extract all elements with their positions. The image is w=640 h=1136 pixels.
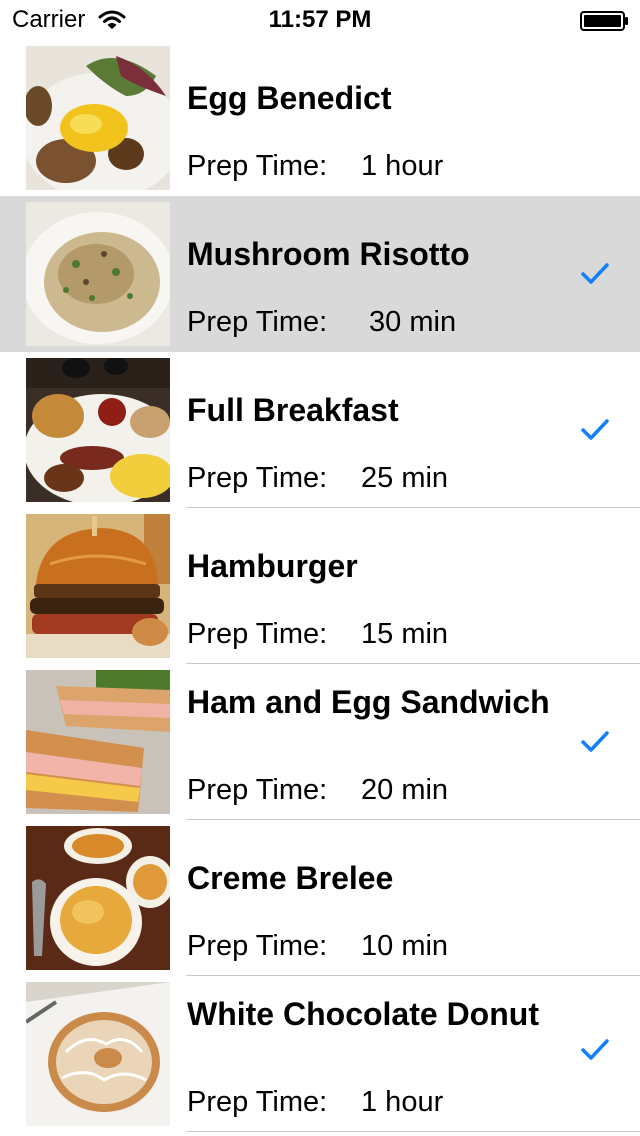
status-time: 11:57 PM (268, 6, 372, 33)
recipe-row[interactable]: White Chocolate Donut Prep Time: 1 hour (0, 976, 640, 1132)
prep-time: Prep Time: 30 min (187, 304, 456, 340)
prep-time-value: 1 hour (361, 150, 444, 182)
recipe-name: Ham and Egg Sandwich (187, 684, 550, 720)
recipe-row[interactable]: Creme Brelee Prep Time: 10 min (0, 820, 640, 976)
battery-icon (580, 11, 630, 31)
prep-time-label: Prep Time: (187, 462, 328, 494)
prep-time-value: 15 min (361, 618, 449, 650)
prep-time-label: Prep Time: (187, 618, 328, 650)
recipe-row[interactable]: Ham and Egg Sandwich Prep Time: 20 min (0, 664, 640, 820)
recipe-row[interactable]: Egg Benedict Prep Time: 1 hour (0, 40, 640, 196)
status-bar: Carrier 11:57 PM (0, 0, 640, 40)
recipe-photo (26, 46, 170, 190)
recipe-photo (26, 358, 170, 502)
prep-time-value: 25 min (361, 462, 449, 494)
recipe-photo (26, 982, 170, 1126)
recipe-name: Full Breakfast (187, 392, 399, 428)
checkmark-icon (580, 418, 610, 442)
recipe-photo (26, 514, 170, 658)
recipe-row[interactable]: Hamburger Prep Time: 15 min (0, 508, 640, 664)
prep-time-label: Prep Time: (187, 774, 328, 806)
prep-time: Prep Time: 1 hour (187, 148, 443, 184)
prep-time: Prep Time: 10 min (187, 928, 448, 964)
prep-time-value: 20 min (361, 774, 449, 806)
recipe-name: Hamburger (187, 548, 358, 584)
checkmark-icon (580, 730, 610, 754)
prep-time-label: Prep Time: (187, 150, 328, 182)
prep-time-value: 30 min (361, 306, 457, 338)
prep-time-value: 10 min (361, 930, 449, 962)
checkmark-icon (580, 1038, 610, 1062)
recipe-name: White Chocolate Donut (187, 996, 539, 1032)
prep-time: Prep Time: 25 min (187, 460, 448, 496)
prep-time: Prep Time: 1 hour (187, 1084, 443, 1120)
checkmark-icon (580, 262, 610, 286)
prep-time-value: 1 hour (361, 1086, 444, 1118)
recipe-row[interactable]: Full Breakfast Prep Time: 25 min (0, 352, 640, 508)
recipe-photo (26, 202, 170, 346)
prep-time-label: Prep Time: (187, 1086, 328, 1118)
recipe-photo (26, 670, 170, 814)
row-separator (186, 1131, 640, 1132)
recipe-row-selected[interactable]: Mushroom Risotto Prep Time: 30 min (0, 196, 640, 352)
recipe-list[interactable]: Egg Benedict Prep Time: 1 hour Mushroom R… (0, 40, 640, 1132)
recipe-name: Egg Benedict (187, 80, 392, 116)
prep-time-label: Prep Time: (187, 306, 328, 338)
prep-time: Prep Time: 20 min (187, 772, 448, 808)
prep-time-label: Prep Time: (187, 930, 328, 962)
recipe-name: Creme Brelee (187, 860, 394, 896)
recipe-name: Mushroom Risotto (187, 236, 470, 272)
recipe-photo (26, 826, 170, 970)
prep-time: Prep Time: 15 min (187, 616, 448, 652)
